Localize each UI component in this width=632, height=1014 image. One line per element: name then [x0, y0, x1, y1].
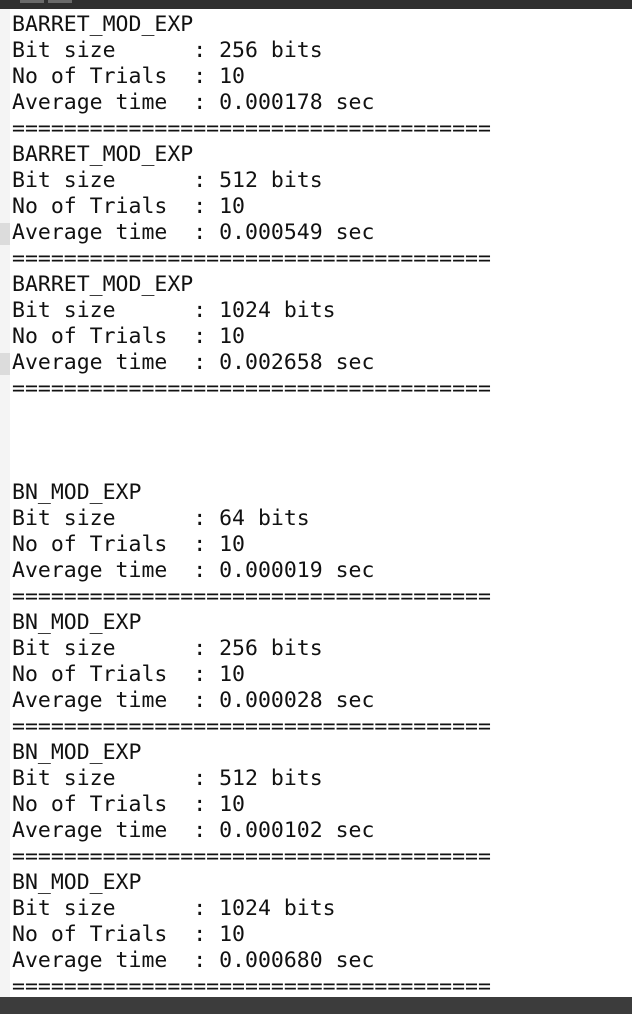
terminal-window: BARRET_MOD_EXP Bit size : 256 bits No of T…	[0, 0, 632, 1014]
benchmark-title: BN_MOD_EXP	[12, 610, 142, 635]
separator-line: =====================================	[12, 116, 491, 141]
separator-line: =====================================	[12, 584, 491, 609]
average-time-line: Average time : 0.000019 sec	[12, 558, 375, 583]
average-time-line: Average time : 0.000680 sec	[12, 948, 375, 973]
separator-line: =====================================	[12, 844, 491, 869]
average-time-line: Average time : 0.000028 sec	[12, 688, 375, 713]
blank-line	[12, 454, 491, 480]
separator-line: =====================================	[12, 974, 491, 997]
tab-stub[interactable]	[48, 0, 72, 3]
gutter-marker	[0, 353, 10, 375]
trials-line: No of Trials : 10	[12, 194, 245, 219]
bit-size-line: Bit size : 256 bits	[12, 38, 323, 63]
trials-line: No of Trials : 10	[12, 662, 245, 687]
gutter-marker	[0, 223, 10, 245]
average-time-line: Average time : 0.000549 sec	[12, 220, 375, 245]
bit-size-line: Bit size : 512 bits	[12, 766, 323, 791]
tab-stub[interactable]	[20, 0, 44, 3]
window-top-bar	[0, 0, 632, 9]
separator-line: =====================================	[12, 246, 491, 271]
window-bottom-bar	[0, 997, 632, 1014]
benchmark-title: BARRET_MOD_EXP	[12, 272, 194, 297]
average-time-line: Average time : 0.000178 sec	[12, 90, 375, 115]
bit-size-line: Bit size : 1024 bits	[12, 298, 336, 323]
trials-line: No of Trials : 10	[12, 532, 245, 557]
separator-line: =====================================	[12, 376, 491, 401]
bit-size-line: Bit size : 64 bits	[12, 506, 310, 531]
benchmark-title: BN_MOD_EXP	[12, 480, 142, 505]
benchmark-title: BN_MOD_EXP	[12, 740, 142, 765]
trials-line: No of Trials : 10	[12, 792, 245, 817]
blank-line	[12, 402, 491, 428]
terminal-gutter	[0, 9, 10, 997]
benchmark-title: BN_MOD_EXP	[12, 870, 142, 895]
benchmark-title: BARRET_MOD_EXP	[12, 12, 194, 37]
terminal-output[interactable]: BARRET_MOD_EXP Bit size : 256 bits No of T…	[10, 9, 632, 997]
average-time-line: Average time : 0.002658 sec	[12, 350, 375, 375]
blank-line	[12, 428, 491, 454]
trials-line: No of Trials : 10	[12, 324, 245, 349]
bit-size-line: Bit size : 256 bits	[12, 636, 323, 661]
trials-line: No of Trials : 10	[12, 64, 245, 89]
trials-line: No of Trials : 10	[12, 922, 245, 947]
bit-size-line: Bit size : 1024 bits	[12, 896, 336, 921]
average-time-line: Average time : 0.000102 sec	[12, 818, 375, 843]
output-lines: BARRET_MOD_EXP Bit size : 256 bits No of T…	[12, 12, 491, 997]
benchmark-title: BARRET_MOD_EXP	[12, 142, 194, 167]
bit-size-line: Bit size : 512 bits	[12, 168, 323, 193]
separator-line: =====================================	[12, 714, 491, 739]
